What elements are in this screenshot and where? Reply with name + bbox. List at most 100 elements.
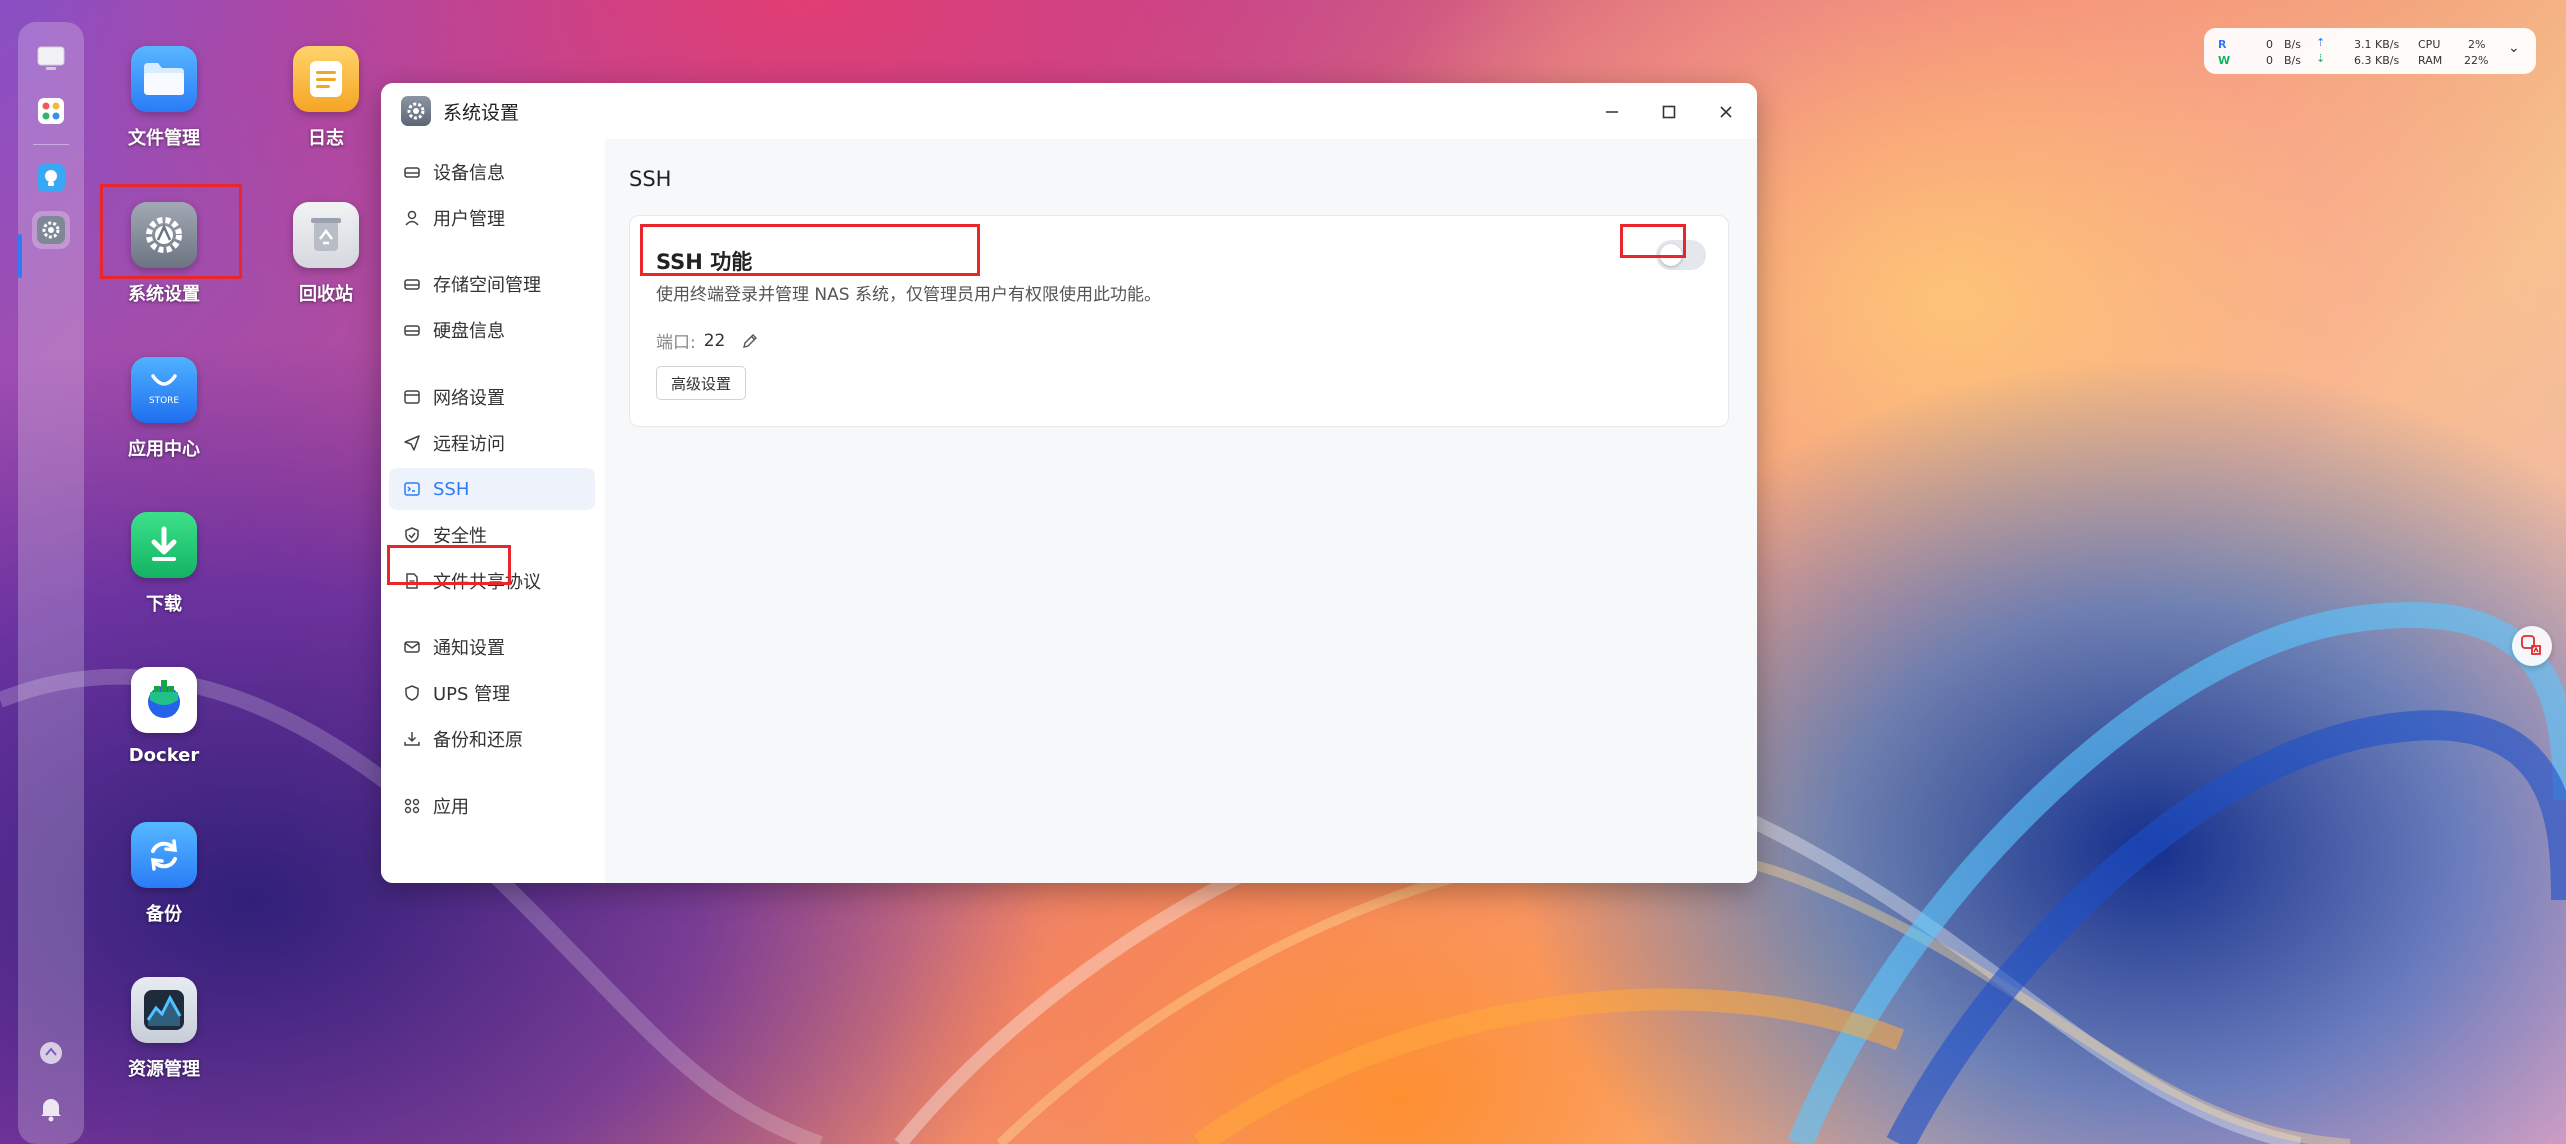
close-button[interactable]: [1711, 97, 1741, 127]
system-settings-window: 系统设置 设备信息 用户管理 存储空间管理 硬盘信息 网络设置 远程访问 SSH…: [381, 83, 1757, 883]
desktop-icon-download[interactable]: 下载: [99, 512, 229, 616]
close-icon: [1720, 106, 1732, 118]
dock-separator: [33, 144, 69, 145]
monitor-icon: [37, 46, 65, 70]
sidebar-item-label: 用户管理: [433, 209, 505, 230]
desktop-icon-label: 系统设置: [128, 284, 200, 305]
dock-apps-button[interactable]: [32, 92, 70, 130]
minimize-button[interactable]: [1597, 97, 1627, 127]
left-dock: [18, 22, 84, 1144]
sidebar-item-notification-settings[interactable]: 通知设置: [389, 626, 595, 668]
desktop-icon-label: 应用中心: [128, 439, 200, 460]
sidebar-item-label: 应用: [433, 797, 469, 818]
sync-icon: [131, 822, 197, 888]
window-title: 系统设置: [443, 101, 520, 124]
desktop-icon-file-manager[interactable]: 文件管理: [99, 46, 229, 150]
sidebar-item-label: 备份和还原: [433, 730, 523, 751]
send-icon: [403, 434, 421, 452]
performance-widget[interactable]: R W 0 0 B/s B/s ⇡ ⇣ 3.1 KB/s 6.3 KB/s CP…: [2204, 28, 2536, 74]
port-value: 22: [703, 330, 726, 351]
write-disk-unit: B/s: [2284, 54, 2301, 67]
sidebar-item-storage-management[interactable]: 存储空间管理: [389, 263, 595, 305]
desktop-icon-resource-monitor[interactable]: 资源管理: [99, 977, 229, 1081]
sidebar-item-label: 存储空间管理: [433, 275, 541, 296]
shield-check-icon: [403, 526, 421, 544]
desktop-icon-backup[interactable]: 备份: [99, 822, 229, 926]
ram-value: 22%: [2464, 54, 2489, 67]
sidebar-item-label: 设备信息: [433, 163, 505, 184]
activity-chart-icon: [131, 977, 197, 1043]
ups-shield-icon: [403, 684, 421, 702]
dock-settings-button[interactable]: [32, 211, 70, 249]
sidebar-item-network-settings[interactable]: 网络设置: [389, 376, 595, 418]
mail-icon: [403, 638, 421, 656]
upload-speed: 3.1 KB/s: [2354, 38, 2400, 51]
ssh-settings-card: SSH 功能 使用终端登录并管理 NAS 系统，仅管理员用户有权限使用此功能。 …: [629, 215, 1729, 427]
dock-tips-button[interactable]: [32, 159, 70, 197]
store-label: STORE: [148, 396, 180, 406]
store-bag-icon: STORE: [131, 357, 197, 423]
write-disk-value: 0: [2266, 54, 2273, 67]
dock-active-indicator: [18, 234, 22, 278]
storage-icon: [403, 275, 421, 293]
sidebar-item-backup-restore[interactable]: 备份和还原: [389, 718, 595, 760]
desktop-icon-label: Docker: [128, 745, 200, 766]
desktop-icon-recycle-bin[interactable]: 回收站: [261, 202, 391, 306]
desktop-icon-label: 回收站: [299, 284, 353, 305]
sidebar-item-ssh[interactable]: SSH: [389, 468, 595, 510]
sidebar-item-label: 硬盘信息: [433, 321, 505, 342]
network-status-icon: [40, 1042, 62, 1064]
terminal-icon: [403, 480, 421, 498]
sidebar-item-remote-access[interactable]: 远程访问: [389, 422, 595, 464]
sidebar-item-label: 通知设置: [433, 638, 505, 659]
desktop-icon-app-center[interactable]: STORE 应用中心: [99, 357, 229, 461]
disk-icon: [403, 321, 421, 339]
ssh-feature-description: 使用终端登录并管理 NAS 系统，仅管理员用户有权限使用此功能。: [656, 285, 1161, 305]
chevron-down-icon[interactable]: ⌄: [2508, 40, 2520, 56]
bell-icon: [41, 1099, 61, 1122]
page-title: SSH: [629, 167, 672, 191]
port-label: 端口:: [656, 333, 696, 353]
desktop-icon-log[interactable]: 日志: [261, 46, 391, 150]
advanced-settings-button[interactable]: 高级设置: [656, 366, 747, 400]
read-disk-value: 0: [2266, 38, 2273, 51]
pencil-icon: [743, 333, 758, 348]
highlight-box-ssh-nav: [387, 545, 511, 585]
sidebar-item-device-info[interactable]: 设备信息: [389, 151, 595, 193]
download-icon: [403, 730, 421, 748]
highlight-box-system-settings: [100, 184, 242, 279]
maximize-button[interactable]: [1654, 97, 1684, 127]
cpu-value: 2%: [2468, 38, 2486, 51]
read-disk-unit: B/s: [2284, 38, 2301, 51]
user-icon: [403, 209, 421, 227]
docker-icon: [131, 667, 197, 733]
translate-button[interactable]: [2512, 626, 2552, 666]
sidebar-item-label: SSH: [433, 478, 470, 500]
sidebar-item-disk-info[interactable]: 硬盘信息: [389, 309, 595, 351]
app-grid-icon: [38, 98, 64, 124]
gear-icon: [37, 216, 65, 244]
sidebar-item-label: 远程访问: [433, 434, 505, 455]
dock-notification-button[interactable]: [39, 1096, 63, 1126]
edit-port-button[interactable]: [741, 332, 759, 350]
notepad-icon: [293, 46, 359, 112]
desktop-icon-label: 文件管理: [128, 128, 200, 149]
dock-network-button[interactable]: [38, 1040, 64, 1070]
read-label: R: [2218, 38, 2227, 51]
sidebar-item-user-management[interactable]: 用户管理: [389, 197, 595, 239]
desktop-icon-docker[interactable]: Docker: [99, 667, 229, 766]
window-titlebar[interactable]: 系统设置: [381, 83, 1757, 139]
download-speed: 6.3 KB/s: [2354, 54, 2400, 67]
apps-grid-icon: [403, 797, 421, 815]
settings-main-panel: SSH SSH 功能 使用终端登录并管理 NAS 系统，仅管理员用户有权限使用此…: [605, 139, 1757, 883]
dock-desktop-button[interactable]: [32, 40, 70, 78]
lightbulb-icon: [37, 164, 65, 192]
sidebar-item-ups-management[interactable]: UPS 管理: [389, 672, 595, 714]
sidebar-item-label: 网络设置: [433, 388, 505, 409]
settings-sidebar: 设备信息 用户管理 存储空间管理 硬盘信息 网络设置 远程访问 SSH 安全性: [381, 139, 605, 883]
highlight-box-ssh-toggle: [1620, 224, 1686, 258]
port-row: 端口: 22: [656, 328, 759, 353]
sidebar-item-apps[interactable]: 应用: [389, 785, 595, 827]
download-arrow-icon: [131, 512, 197, 578]
ram-label: RAM: [2418, 54, 2443, 67]
